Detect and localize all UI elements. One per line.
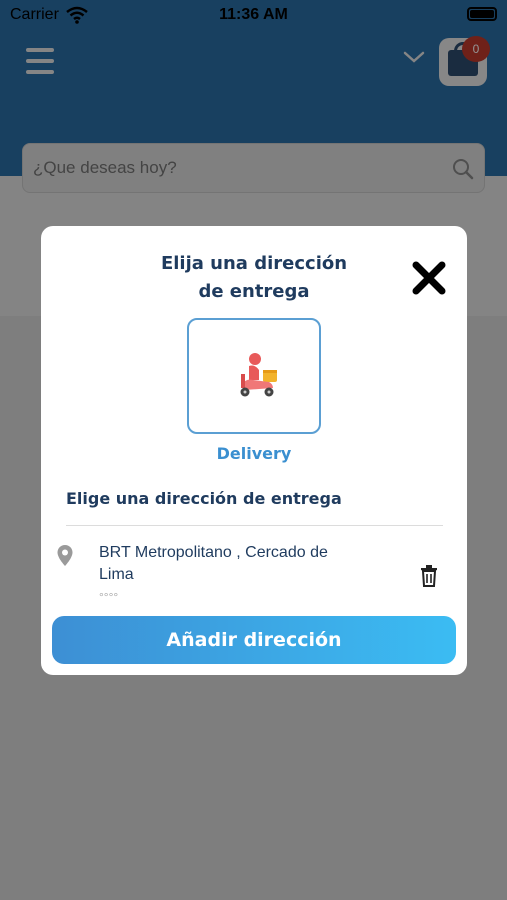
trash-icon[interactable] (419, 564, 439, 588)
divider (66, 525, 443, 526)
address-modal: Elija una dirección de entrega Delivery … (41, 226, 467, 675)
address-subtext: °°°° (99, 590, 119, 600)
location-pin-icon (57, 545, 73, 566)
delivery-option-card[interactable] (187, 318, 321, 434)
modal-title: Elija una dirección de entrega (111, 250, 397, 306)
section-title: Elige una dirección de entrega (66, 489, 342, 508)
modal-title-line1: Elija una dirección (160, 253, 348, 274)
modal-title-line2: de entrega (198, 281, 310, 302)
close-icon[interactable] (409, 258, 449, 298)
delivery-label[interactable]: Delivery (187, 444, 321, 463)
scooter-icon (240, 353, 277, 397)
address-list-item[interactable]: BRT Metropolitano , Cercado de Lima °°°° (41, 538, 467, 600)
add-address-button[interactable]: Añadir dirección (52, 616, 456, 664)
address-text: BRT Metropolitano , Cercado de Lima (99, 544, 328, 583)
